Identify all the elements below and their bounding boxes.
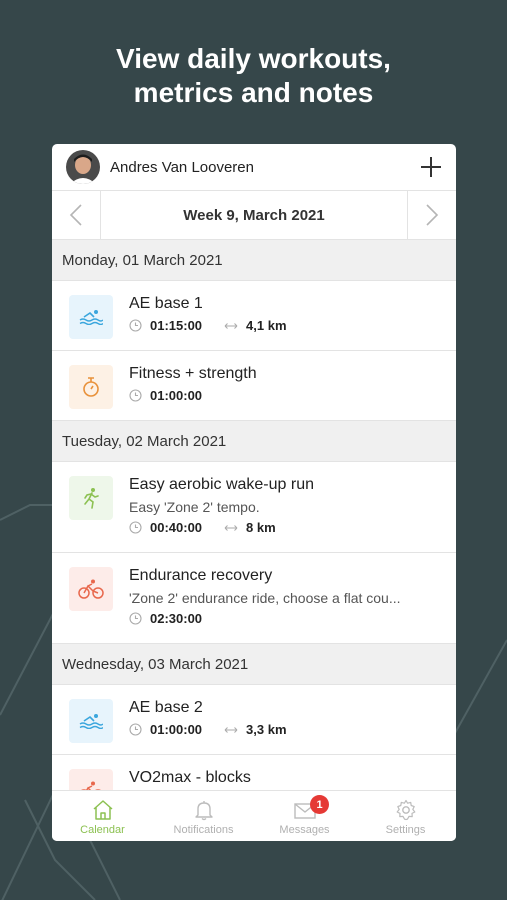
headline-line-2: metrics and notes [133, 77, 374, 108]
sport-tile [69, 567, 113, 611]
duration-metric: 01:15:00 [129, 318, 202, 333]
sport-tile [69, 699, 113, 743]
add-workout-button[interactable] [418, 154, 444, 180]
workout-item[interactable]: AE base 1 01:15:00 4,1 km [52, 281, 456, 351]
chevron-right-icon [426, 204, 439, 226]
distance-value: 8 km [246, 520, 276, 535]
workout-description: 'Zone 2' endurance ride, choose a flat c… [129, 590, 401, 606]
run-icon [84, 488, 99, 509]
tab-settings[interactable]: Settings [355, 791, 456, 841]
workout-body: Easy aerobic wake-up run Easy 'Zone 2' t… [129, 474, 446, 552]
duration-metric: 01:00:00 [129, 388, 202, 403]
distance-metric: 4,1 km [224, 318, 287, 333]
week-navigation: Week 9, March 2021 [52, 191, 456, 240]
duration-value: 02:30:00 [150, 611, 203, 626]
workout-title: Endurance recovery [129, 567, 273, 584]
workout-title: AE base 2 [129, 699, 203, 716]
workout-metrics: 02:30:00 [129, 611, 446, 626]
duration-value: 01:00:00 [150, 388, 203, 403]
workout-body: AE base 2 01:00:00 3,3 km [129, 697, 446, 754]
day-header: Tuesday, 02 March 2021 [52, 421, 456, 462]
next-week-button[interactable] [408, 191, 456, 239]
duration-metric: 00:40:00 [129, 520, 202, 535]
stopwatch-icon [83, 377, 99, 397]
distance-value: 3,3 km [246, 722, 287, 737]
clock-icon [129, 723, 142, 736]
workout-description: Easy 'Zone 2' tempo. [129, 499, 260, 515]
workout-item[interactable]: Fitness + strength 01:00:00 [52, 351, 456, 421]
tab-label: Calendar [80, 824, 125, 836]
gear-icon [396, 799, 415, 821]
workout-body: Endurance recovery 'Zone 2' endurance ri… [129, 565, 446, 643]
workout-metrics: 01:00:00 [129, 388, 446, 403]
previous-week-button[interactable] [52, 191, 100, 239]
distance-arrow-icon [224, 524, 238, 532]
swim-icon [79, 714, 103, 729]
user-name[interactable]: Andres Van Looveren [110, 159, 418, 176]
workout-title: AE base 1 [129, 295, 203, 312]
day-header: Wednesday, 03 March 2021 [52, 644, 456, 685]
distance-metric: 8 km [224, 520, 276, 535]
tab-label: Messages [279, 824, 330, 836]
bell-icon [194, 801, 213, 821]
plus-icon [421, 157, 441, 177]
user-bar: Andres Van Looveren [52, 144, 456, 191]
distance-arrow-icon [224, 726, 238, 734]
bike-icon [78, 579, 104, 599]
day-header: Monday, 01 March 2021 [52, 240, 456, 281]
distance-metric: 3,3 km [224, 722, 287, 737]
sport-tile [69, 365, 113, 409]
workout-metrics: 01:00:00 3,3 km [129, 722, 446, 737]
headline-line-1: View daily workouts, [116, 43, 391, 74]
duration-value: 01:15:00 [150, 318, 203, 333]
workout-item[interactable]: AE base 2 01:00:00 3,3 km [52, 685, 456, 755]
unread-badge: 1 [310, 795, 329, 814]
tab-calendar[interactable]: Calendar [52, 791, 153, 841]
workout-item[interactable]: Easy aerobic wake-up run Easy 'Zone 2' t… [52, 462, 456, 553]
workout-title: VO2max - blocks [129, 769, 251, 786]
workout-title: Easy aerobic wake-up run [129, 476, 314, 493]
home-icon [93, 800, 112, 820]
duration-value: 00:40:00 [150, 520, 203, 535]
clock-icon [129, 319, 142, 332]
workout-item[interactable]: Endurance recovery 'Zone 2' endurance ri… [52, 553, 456, 644]
duration-metric: 02:30:00 [129, 611, 202, 626]
tab-bar: Calendar Notifications 1 Messages Settin… [52, 790, 456, 841]
week-title: Week 9, March 2021 [100, 191, 408, 239]
distance-value: 4,1 km [246, 318, 287, 333]
tab-messages[interactable]: 1 Messages [254, 791, 355, 841]
chevron-left-icon [69, 204, 82, 226]
avatar[interactable] [66, 150, 100, 184]
workout-body: AE base 1 01:15:00 4,1 km [129, 293, 446, 350]
app-screen: Andres Van Looveren Week 9, March 2021 M… [52, 144, 456, 841]
workout-metrics: 00:40:00 8 km [129, 520, 446, 535]
avatar-image [66, 150, 100, 184]
sport-tile [69, 476, 113, 520]
clock-icon [129, 389, 142, 402]
workout-body: Fitness + strength 01:00:00 [129, 363, 446, 420]
duration-metric: 01:00:00 [129, 722, 202, 737]
swim-icon [79, 310, 103, 325]
clock-icon [129, 521, 142, 534]
sport-tile [69, 295, 113, 339]
clock-icon [129, 612, 142, 625]
workout-metrics: 01:15:00 4,1 km [129, 318, 446, 333]
headline: View daily workouts, metrics and notes [0, 42, 507, 110]
distance-arrow-icon [224, 322, 238, 330]
workout-title: Fitness + strength [129, 365, 257, 382]
tab-label: Notifications [173, 824, 234, 836]
tab-label: Settings [385, 824, 426, 836]
tab-notifications[interactable]: Notifications [153, 791, 254, 841]
duration-value: 01:00:00 [150, 722, 203, 737]
